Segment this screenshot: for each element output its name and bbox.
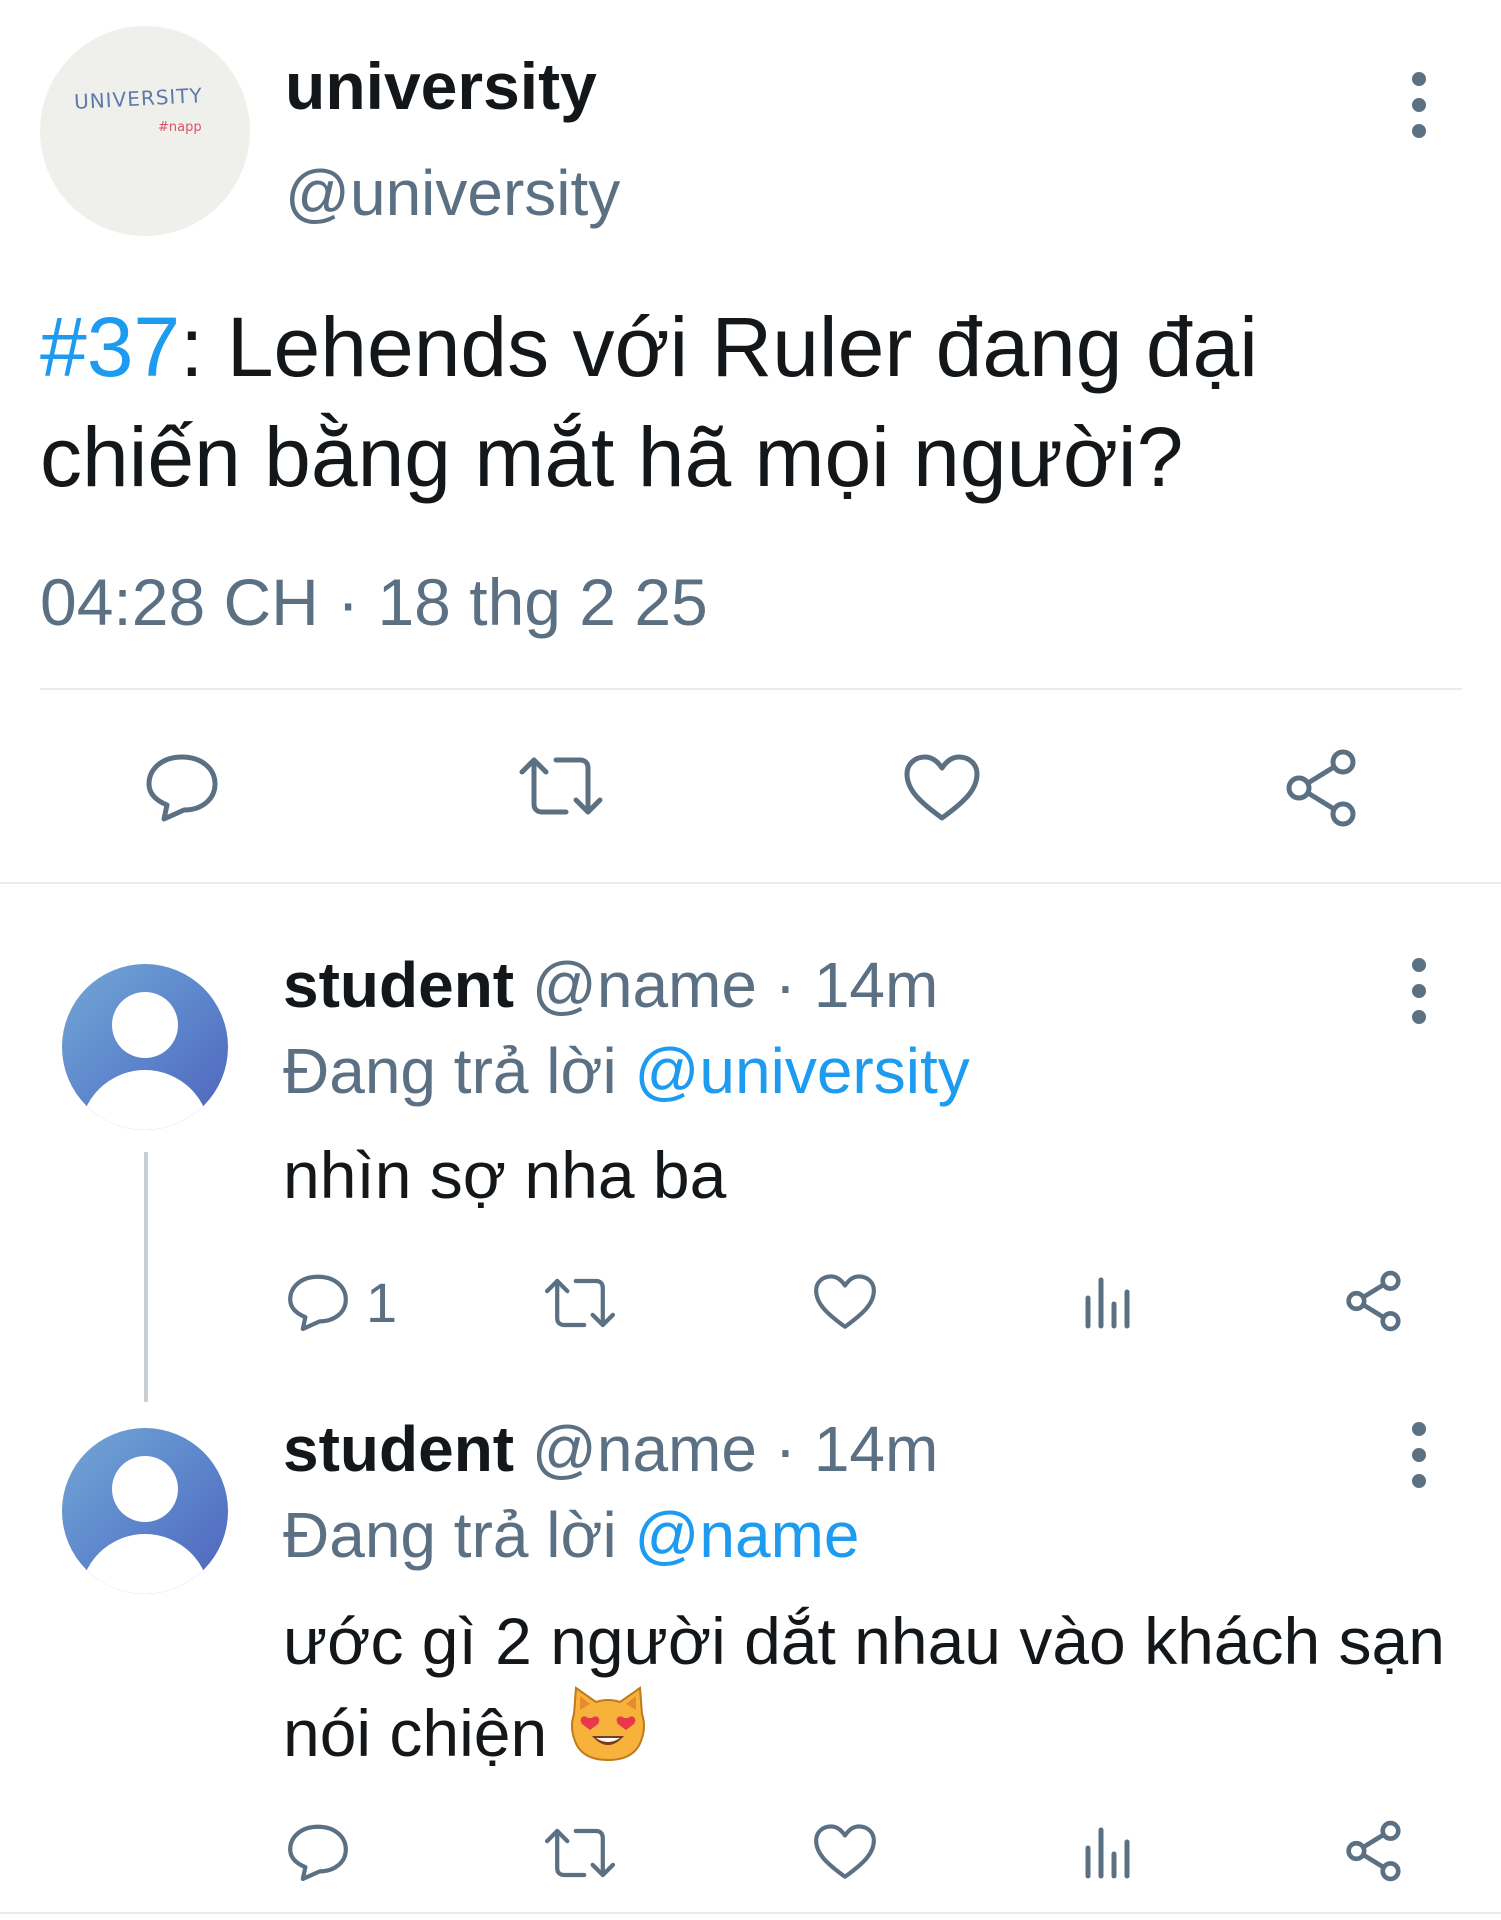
replying-prefix: Đang trả lời [283, 1499, 617, 1571]
retweet-icon[interactable] [516, 752, 606, 820]
reply-header: student @name · 14m [283, 948, 938, 1022]
reply-count: 1 [366, 1271, 398, 1334]
hashtag-link[interactable]: #37 [40, 300, 180, 394]
more-options-icon[interactable] [1412, 1422, 1426, 1488]
avatar[interactable] [62, 1428, 228, 1594]
more-options-icon[interactable] [1412, 72, 1426, 138]
section-divider [0, 882, 1501, 884]
retweet-icon[interactable] [542, 1274, 618, 1332]
tweet-body: : Lehends với Ruler đang đại chiến bằng … [40, 300, 1258, 504]
avatar[interactable] [62, 964, 228, 1130]
avatar-logo-text: UNIVERSITY [73, 83, 204, 114]
analytics-icon[interactable] [1082, 1822, 1134, 1882]
reply-text: ước gì 2 người dắt nhau vào khách sạn nó… [283, 1598, 1463, 1776]
mention-link[interactable]: @university [634, 1035, 969, 1107]
like-icon[interactable] [812, 1272, 878, 1332]
reply-author-name[interactable]: student [283, 949, 514, 1021]
divider [40, 688, 1462, 690]
share-icon[interactable] [1344, 1270, 1406, 1332]
tweet-timestamp[interactable]: 04:28 CH · 18 thg 2 25 [40, 564, 708, 640]
share-icon[interactable] [1344, 1820, 1406, 1882]
replying-prefix: Đang trả lời [283, 1035, 617, 1107]
reply-author-name[interactable]: student [283, 1413, 514, 1485]
like-icon[interactable] [812, 1822, 878, 1882]
thread-line [144, 1152, 148, 1402]
reply-header: student @name · 14m [283, 1412, 938, 1486]
bottom-divider [0, 1912, 1501, 1914]
more-options-icon[interactable] [1412, 958, 1426, 1024]
retweet-icon[interactable] [542, 1824, 618, 1882]
reply-time: · 14m [774, 949, 939, 1021]
reply-time: · 14m [774, 1413, 939, 1485]
reply-author-handle[interactable]: @name [532, 1413, 757, 1485]
replying-to: Đang trả lời @name [283, 1498, 860, 1572]
smiling-cat-heart-eyes-icon [566, 1684, 650, 1764]
reply-author-handle[interactable]: @name [532, 949, 757, 1021]
analytics-icon[interactable] [1082, 1272, 1134, 1332]
reply-body: ước gì 2 người dắt nhau vào khách sạn nó… [283, 1604, 1445, 1770]
share-icon[interactable] [1283, 748, 1363, 828]
display-name[interactable]: university [285, 48, 597, 124]
like-icon[interactable] [902, 752, 982, 824]
replying-to: Đang trả lời @university [283, 1034, 970, 1108]
reply-icon[interactable] [286, 1272, 350, 1332]
avatar-logo-sub: #napp [158, 120, 202, 135]
avatar[interactable]: UNIVERSITY #napp [40, 26, 250, 236]
reply-text: nhìn sợ nha ba [283, 1138, 727, 1212]
user-handle[interactable]: @university [285, 156, 620, 230]
reply-icon[interactable] [286, 1822, 350, 1882]
mention-link[interactable]: @name [634, 1499, 859, 1571]
tweet-text: #37: Lehends với Ruler đang đại chiến bằ… [40, 292, 1460, 512]
reply-icon[interactable] [144, 752, 220, 822]
